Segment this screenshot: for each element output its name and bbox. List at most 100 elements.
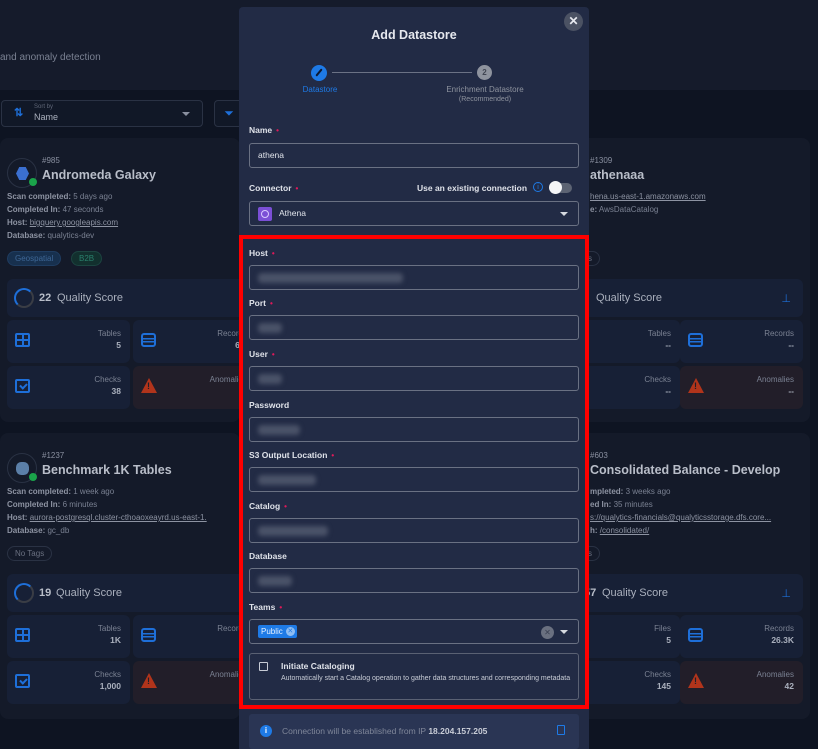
database-label: Database xyxy=(249,551,287,561)
datastore-id: #1309 xyxy=(590,156,613,165)
datastore-id: #985 xyxy=(42,156,60,165)
datastore-name: Andromeda Galaxy xyxy=(42,168,156,182)
page-subtitle: and anomaly detection xyxy=(0,52,101,63)
stat-anomalies: Anomalies-- xyxy=(680,366,803,409)
meta-uri: s://qualytics-financials@qualyticsstorag… xyxy=(590,513,771,522)
stat-anomalies: Anomalies1 xyxy=(133,366,256,409)
datastore-id: #1237 xyxy=(42,451,65,460)
sort-dropdown[interactable]: ⇅ Sort by Name xyxy=(1,100,203,127)
uri-link[interactable]: s://qualytics-financials@qualyticsstorag… xyxy=(590,513,771,522)
copy-icon[interactable] xyxy=(557,725,565,735)
step-2-indicator: 2 xyxy=(477,65,492,80)
info-icon: i xyxy=(260,725,272,737)
step-2-sublabel: (Recommended) xyxy=(458,96,512,103)
datastore-card[interactable]: #985 Andromeda Galaxy Scan completed: 5 … xyxy=(0,138,257,422)
stat-checks: Checks 38 xyxy=(7,366,130,409)
host-link[interactable]: bigquery.googleapis.com xyxy=(30,218,118,227)
user-input[interactable] xyxy=(249,366,579,391)
connector-value: Athena xyxy=(279,208,306,218)
toggle-knob xyxy=(549,181,562,194)
meta-database: e: AwsDataCatalog xyxy=(590,205,659,214)
database-icon xyxy=(141,628,156,642)
ip-notice-text: Connection will be established from IP 1… xyxy=(282,726,488,736)
table-icon xyxy=(15,628,30,642)
status-dot xyxy=(29,473,37,481)
hierarchy-icon[interactable]: ⊥ xyxy=(781,292,791,305)
s3-output-label: S3 Output Location • xyxy=(249,450,335,460)
password-label: Password xyxy=(249,400,290,410)
avatar xyxy=(7,453,37,483)
host-input[interactable] xyxy=(249,265,579,290)
datastore-id: #603 xyxy=(590,451,608,460)
initiate-cataloging-option[interactable]: Initiate Cataloging Automatically start … xyxy=(249,653,579,700)
meta-host: Host: bigquery.googleapis.com xyxy=(7,218,119,227)
name-label: Name • xyxy=(249,125,279,135)
meta-host: hena.us-east-1.amazonaws.com xyxy=(590,192,706,201)
port-label: Port • xyxy=(249,298,273,308)
initiate-cataloging-checkbox[interactable] xyxy=(259,662,268,671)
initiate-cataloging-title: Initiate Cataloging xyxy=(281,661,355,671)
name-input[interactable]: athena xyxy=(249,143,579,168)
hierarchy-icon[interactable]: ⊥ xyxy=(781,587,791,600)
teams-label: Teams • xyxy=(249,602,283,612)
datastore-name: athenaaa xyxy=(590,168,645,182)
stat-anomalies: Anomalies xyxy=(133,661,256,704)
stat-records: Records -- xyxy=(680,320,803,363)
database-icon xyxy=(688,333,703,347)
catalog-label: Catalog • xyxy=(249,501,287,511)
host-link[interactable]: hena.us-east-1.amazonaws.com xyxy=(590,192,706,201)
connector-label: Connector • xyxy=(249,183,299,193)
clear-icon[interactable]: ✕ xyxy=(541,626,554,639)
redacted-value xyxy=(258,273,403,283)
host-link[interactable]: aurora-postgresql.cluster-cthoaoxeayrd.u… xyxy=(30,513,207,522)
redacted-value xyxy=(258,323,282,333)
meta-scan: Scan completed: 1 week ago xyxy=(7,487,115,496)
redacted-value xyxy=(258,425,300,435)
meta-completed: Completed In: 6 minutes xyxy=(7,500,98,509)
meta-database: Database: gc_db xyxy=(7,526,70,535)
host-label: Host • xyxy=(249,248,275,258)
ip-notice: i Connection will be established from IP… xyxy=(249,714,579,749)
datastore-name: Benchmark 1K Tables xyxy=(42,463,172,477)
filter-icon: ⏷ xyxy=(224,106,234,120)
team-chip: Public ✕ xyxy=(258,625,297,638)
chevron-down-icon xyxy=(560,212,568,216)
meta-path: h: /consolidated/ xyxy=(590,526,650,535)
redacted-value xyxy=(258,475,316,485)
tag[interactable]: B2B xyxy=(71,251,103,266)
tag[interactable]: Geospatial xyxy=(7,251,62,266)
password-input[interactable] xyxy=(249,417,579,442)
stat-checks: Checks 1,000 xyxy=(7,661,130,704)
step-2-label[interactable]: Enrichment Datastore xyxy=(429,85,541,94)
sort-value: Name xyxy=(34,112,59,122)
status-dot xyxy=(29,178,37,186)
warning-icon xyxy=(141,378,157,393)
s3-output-input[interactable] xyxy=(249,467,579,492)
stat-records: Records6.2 xyxy=(133,320,256,363)
info-icon[interactable]: i xyxy=(533,182,543,192)
stepper-connector xyxy=(332,72,472,73)
add-datastore-modal: ✕ Add Datastore 2 Datastore Enrichment D… xyxy=(239,7,589,749)
meta-scan: mpleted: 3 weeks ago xyxy=(590,487,671,496)
database-input[interactable] xyxy=(249,568,579,593)
quality-score-ring xyxy=(14,288,34,308)
meta-completed: Completed In: 47 seconds xyxy=(7,205,104,214)
stat-tables: Tables 5 xyxy=(7,320,130,363)
redacted-value xyxy=(258,526,328,536)
datastore-card[interactable]: #1237 Benchmark 1K Tables Scan completed… xyxy=(0,433,257,719)
close-icon: ✕ xyxy=(568,14,579,28)
connector-select[interactable]: Athena xyxy=(249,201,579,226)
catalog-input[interactable] xyxy=(249,518,579,543)
initiate-cataloging-description: Automatically start a Catalog operation … xyxy=(281,675,571,682)
datastore-name: Consolidated Balance - Develop xyxy=(590,463,781,477)
existing-connection-label: Use an existing connection xyxy=(417,183,528,193)
existing-connection-toggle[interactable] xyxy=(549,181,572,194)
port-input[interactable] xyxy=(249,315,579,340)
path-link[interactable]: /consolidated/ xyxy=(600,526,649,535)
table-icon xyxy=(15,333,30,347)
step-1-label[interactable]: Datastore xyxy=(285,85,355,94)
remove-chip-icon[interactable]: ✕ xyxy=(285,627,295,636)
user-label: User • xyxy=(249,349,275,359)
chevron-down-icon xyxy=(182,112,190,116)
teams-select[interactable]: Public ✕ ✕ xyxy=(249,619,579,644)
